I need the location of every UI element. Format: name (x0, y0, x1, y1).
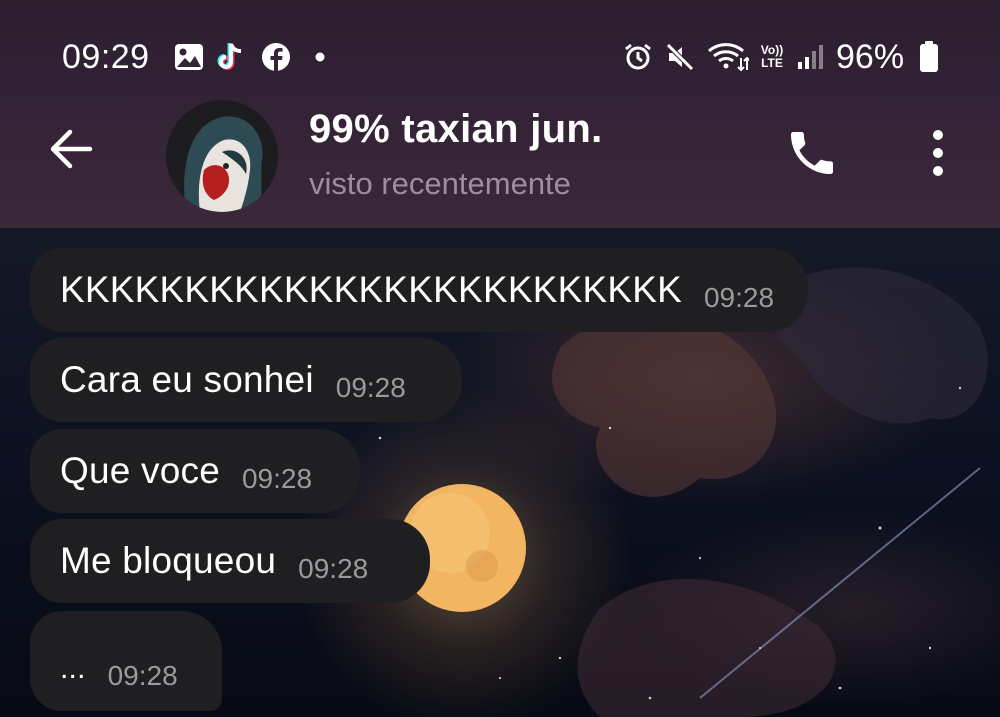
message-text: Que voce (60, 450, 220, 491)
message-text: Cara eu sonhei (60, 359, 314, 400)
chat-title-block[interactable]: 99% taxian jun. visto recentemente (309, 107, 602, 202)
status-bar: 09:29 Vo)) LTE 96% (0, 30, 1000, 88)
message-bubble[interactable]: Cara eu sonhei 09:28 (30, 338, 462, 422)
message-time: 09:28 (335, 372, 406, 403)
chat-area[interactable]: KKKKKKKKKKKKKKKKKKKKKKKKK 09:28 Cara eu … (0, 228, 1000, 717)
app-bar: 99% taxian jun. visto recentemente (0, 95, 1000, 220)
volte-icon: Vo)) LTE (756, 42, 788, 72)
status-time: 09:29 (62, 38, 150, 76)
message-bubble[interactable]: Me bloqueou 09:28 (30, 519, 430, 603)
wifi-icon (706, 42, 750, 72)
phone-icon (791, 132, 833, 174)
message-bubble[interactable]: ... 09:28 (30, 611, 222, 711)
message-time: 09:28 (298, 553, 369, 584)
gallery-icon (173, 42, 205, 72)
message-text: KKKKKKKKKKKKKKKKKKKKKKKKK (60, 269, 682, 310)
back-button[interactable] (46, 123, 98, 175)
message-time: 09:28 (703, 282, 775, 313)
mute-icon (664, 42, 696, 72)
message-time: 09:28 (241, 463, 313, 494)
chat-title: 99% taxian jun. (309, 107, 603, 151)
volte-label: Vo)) LTE (760, 43, 784, 70)
call-button[interactable] (784, 125, 840, 181)
tiktok-icon (214, 42, 248, 72)
chat-header: 09:29 Vo)) LTE 96% 99% taxian jun. visto… (0, 0, 1000, 228)
message-text: ... (60, 652, 86, 685)
battery-icon (918, 41, 940, 72)
message-bubble[interactable]: KKKKKKKKKKKKKKKKKKKKKKKKK 09:28 (30, 248, 808, 332)
signal-icon (796, 42, 824, 72)
message-text: Me bloqueou (60, 540, 277, 581)
message-bubble[interactable]: Que voce 09:28 (30, 429, 360, 513)
more-options-button[interactable] (918, 125, 958, 181)
message-time: 09:28 (107, 660, 178, 691)
battery-percent: 96% (836, 38, 905, 76)
alarm-icon (622, 42, 654, 72)
facebook-icon (260, 42, 292, 72)
more-vertical-icon (933, 130, 943, 176)
avatar-image (166, 100, 278, 212)
last-seen-status: visto recentemente (309, 166, 571, 201)
arrow-left-icon (50, 129, 93, 169)
notification-dot-icon (312, 42, 328, 72)
avatar[interactable] (166, 100, 278, 212)
